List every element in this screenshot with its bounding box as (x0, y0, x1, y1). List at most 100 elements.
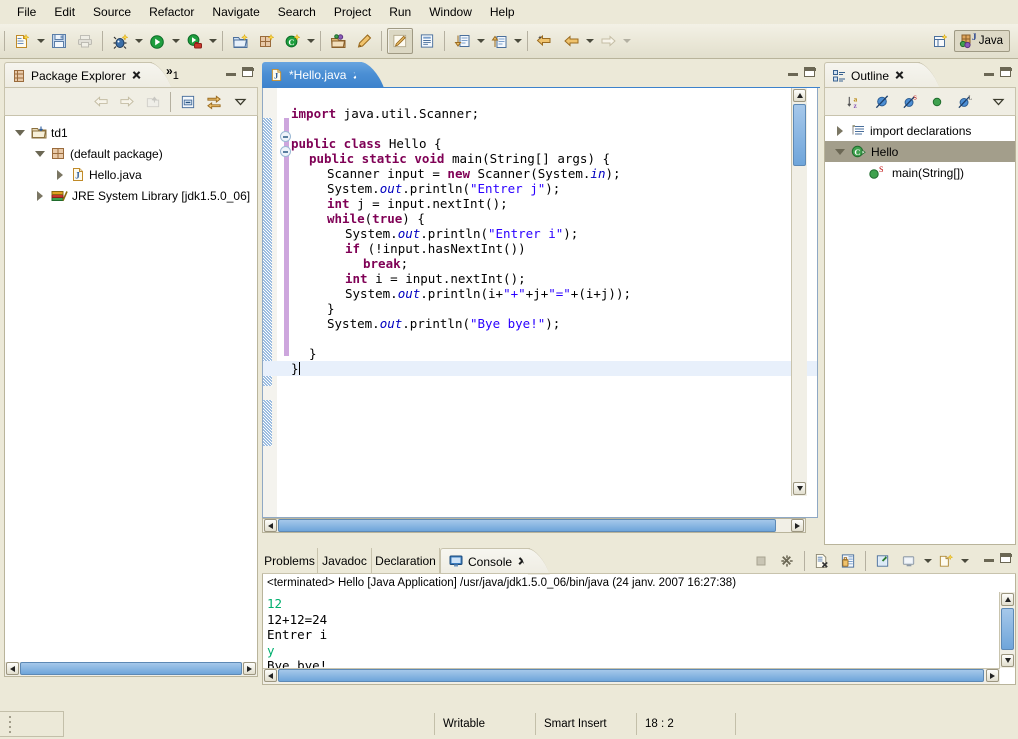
console-vscrollbar[interactable] (999, 592, 1015, 668)
code-editor[interactable]: import java.util.Scanner; public class He… (262, 88, 818, 518)
pe-up-icon[interactable] (141, 90, 165, 114)
save-button[interactable] (47, 29, 71, 53)
hide-fields-icon[interactable] (870, 90, 894, 114)
last-edit-location-button[interactable] (533, 29, 557, 53)
fold-collapse-icon[interactable] (280, 131, 291, 142)
open-console-dropdown[interactable] (959, 549, 970, 573)
scroll-thumb[interactable] (793, 104, 806, 166)
twisty-down-icon[interactable] (33, 147, 47, 161)
twisty-down-icon[interactable] (833, 145, 847, 159)
code-line[interactable]: System.out.println("Entrer i"); (345, 226, 578, 241)
debug-button[interactable] (108, 29, 132, 53)
remove-all-terminated-icon[interactable] (775, 549, 799, 573)
outline-item-hello[interactable]: C Hello (825, 141, 1015, 162)
tab-javadoc[interactable]: Javadoc (318, 548, 372, 574)
tab-declaration[interactable]: Declaration (372, 548, 440, 574)
pe-back-icon[interactable] (89, 90, 113, 114)
pin-console-dropdown[interactable] (922, 549, 933, 573)
external-tools-dropdown[interactable] (207, 29, 218, 53)
show-whitespace-button[interactable] (415, 29, 439, 53)
editor-vscrollbar[interactable] (791, 88, 807, 496)
open-perspective-button[interactable] (929, 29, 953, 53)
code-line[interactable]: break; (363, 256, 408, 271)
next-annotation-dropdown[interactable] (475, 29, 486, 53)
tree-item-default-package[interactable]: (default package) (5, 143, 257, 164)
hide-non-public-icon[interactable] (925, 90, 949, 114)
remove-launch-icon[interactable] (810, 549, 834, 573)
twisty-right-icon[interactable] (53, 168, 67, 182)
new-wizard-button[interactable] (10, 29, 34, 53)
outline-item-main-method[interactable]: S main(String[]) (825, 162, 1015, 183)
scroll-down-button[interactable] (1001, 654, 1014, 667)
minimize-icon[interactable] (984, 553, 994, 563)
link-with-editor-icon[interactable] (202, 90, 226, 114)
back-dropdown[interactable] (584, 29, 595, 53)
menu-window[interactable]: Window (420, 2, 481, 22)
maximize-icon[interactable] (1000, 67, 1012, 77)
code-line[interactable]: System.out.println("Bye bye!"); (327, 316, 560, 331)
scroll-thumb[interactable] (1001, 608, 1014, 650)
code-line[interactable]: } (291, 361, 300, 376)
twisty-down-icon[interactable] (13, 126, 27, 140)
outline-item-import-declarations[interactable]: import declarations (825, 120, 1015, 141)
forward-button[interactable] (596, 29, 620, 53)
pe-forward-icon[interactable] (115, 90, 139, 114)
console-hscrollbar[interactable] (263, 668, 1000, 684)
maximize-icon[interactable] (804, 67, 816, 77)
code-line[interactable]: System.out.println("Entrer j"); (327, 181, 560, 196)
tab-problems[interactable]: Problems (262, 548, 318, 574)
previous-annotation-button[interactable] (487, 29, 511, 53)
collapse-all-icon[interactable] (176, 90, 200, 114)
code-line[interactable]: public class Hello { (291, 136, 442, 151)
code-line[interactable]: } (309, 346, 317, 361)
print-button[interactable] (73, 29, 97, 53)
open-type-button[interactable] (326, 29, 350, 53)
terminate-icon[interactable] (749, 549, 773, 573)
tab-console[interactable]: Console (440, 548, 530, 574)
package-explorer-hscrollbar[interactable] (4, 662, 258, 677)
sort-icon[interactable]: a z (842, 90, 866, 114)
menu-edit[interactable]: Edit (45, 2, 84, 22)
clear-console-icon[interactable] (836, 549, 860, 573)
tab-outline[interactable]: Outline (824, 62, 920, 88)
view-menu-icon[interactable] (986, 90, 1010, 114)
code-line[interactable]: while(true) { (327, 211, 425, 226)
debug-dropdown[interactable] (133, 29, 144, 53)
menu-project[interactable]: Project (325, 2, 380, 22)
twisty-right-icon[interactable] (833, 124, 847, 138)
menu-file[interactable]: File (8, 2, 45, 22)
scroll-right-button[interactable] (986, 669, 999, 682)
menu-help[interactable]: Help (481, 2, 524, 22)
back-button[interactable] (559, 29, 583, 53)
pin-console-icon[interactable] (897, 549, 921, 573)
hide-static-icon[interactable]: S (898, 90, 922, 114)
menu-run[interactable]: Run (380, 2, 420, 22)
close-icon[interactable] (894, 70, 905, 81)
previous-annotation-dropdown[interactable] (512, 29, 523, 53)
new-java-project-button[interactable] (228, 29, 252, 53)
tree-item-jre-system-library[interactable]: JRE System Library [jdk1.5.0_06] (5, 185, 257, 206)
scroll-left-button[interactable] (264, 519, 277, 532)
code-line[interactable]: System.out.println(i+"+"+j+"="+(i+j)); (345, 286, 631, 301)
minimize-icon[interactable] (788, 67, 798, 77)
menu-navigate[interactable]: Navigate (203, 2, 268, 22)
maximize-icon[interactable] (1000, 553, 1012, 563)
new-class-button[interactable]: C (280, 29, 304, 53)
scroll-left-button[interactable] (6, 662, 19, 675)
external-tools-button[interactable] (182, 29, 206, 53)
resize-grip-icon[interactable] (6, 714, 14, 734)
console-output[interactable]: 12 12+12=24 Entrer i y Bye bye! (262, 592, 1016, 685)
package-explorer-tree[interactable]: td1 (default package) J Hello.java JRE S… (4, 116, 258, 666)
search-pencil-button[interactable] (352, 29, 376, 53)
new-class-dropdown[interactable] (305, 29, 316, 53)
next-annotation-button[interactable] (450, 29, 474, 53)
code-line[interactable]: int j = input.nextInt(); (327, 196, 508, 211)
code-line[interactable]: if (!input.hasNextInt()) (345, 241, 526, 256)
run-dropdown[interactable] (170, 29, 181, 53)
code-line[interactable]: int i = input.nextInt(); (345, 271, 526, 286)
open-console-icon[interactable] (934, 549, 958, 573)
perspective-java-button[interactable]: J Java (953, 30, 1010, 52)
scroll-down-button[interactable] (793, 482, 806, 495)
scroll-thumb[interactable] (20, 662, 242, 675)
tree-item-td1[interactable]: td1 (5, 122, 257, 143)
